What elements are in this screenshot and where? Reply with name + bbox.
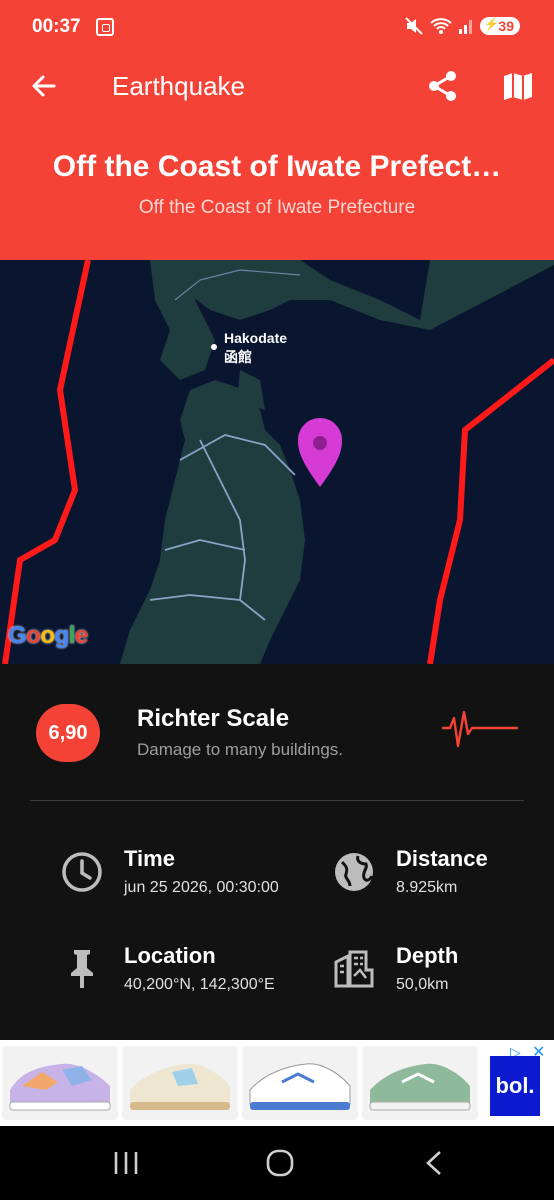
screenshot-icon (96, 18, 114, 36)
distance-value: 8.925km (396, 879, 458, 896)
back-nav-icon[interactable] (418, 1148, 454, 1178)
damaged-buildings-icon (334, 950, 374, 988)
google-logo[interactable]: Google (8, 622, 88, 650)
city-name-en: Hakodate (224, 330, 288, 346)
recent-apps-icon[interactable] (108, 1148, 144, 1178)
signal-icon (459, 20, 473, 34)
bol-logo[interactable]: bol. (490, 1056, 540, 1116)
globe-icon (335, 853, 374, 891)
sneaker-image (130, 1063, 230, 1110)
status-time: 00:37 (32, 16, 81, 37)
land-hokkaido (150, 260, 554, 330)
seismograph-icon (442, 710, 518, 748)
location-value: 40,200°N, 142,300°E (124, 976, 275, 993)
city-label: Hakodate 函館 (212, 329, 287, 367)
magnitude-badge: 6,90 (36, 704, 100, 762)
location-header: Off the Coast of Iwate Prefect… Off the … (0, 116, 554, 260)
land-tohoku (120, 380, 305, 664)
app-bar: Earthquake (0, 56, 554, 116)
sneaker-image (249, 1063, 351, 1110)
map-icon[interactable] (500, 68, 536, 104)
ad-banner[interactable] (0, 1040, 554, 1126)
status-icons: 39 (404, 16, 520, 36)
scale-description: Damage to many buildings. (137, 740, 344, 759)
location-title: Off the Coast of Iwate Prefect… (52, 150, 502, 183)
time-label: Time (124, 846, 175, 871)
mute-icon (405, 17, 424, 35)
city-name-jp: 函館 (224, 349, 252, 365)
depth-label: Depth (396, 943, 459, 968)
sneaker-image (369, 1063, 471, 1111)
ad-product-image[interactable] (242, 1046, 358, 1120)
time-value: jun 25 2026, 00:30:00 (124, 879, 279, 896)
distance-label: Distance (396, 846, 488, 871)
wifi-icon (430, 18, 453, 34)
epicenter-pin-dot (313, 436, 327, 450)
sneaker-image (9, 1063, 111, 1111)
plate-boundary-line (2, 260, 91, 664)
system-nav-bar (0, 1126, 554, 1200)
share-icon[interactable] (425, 68, 461, 104)
scale-title: Richter Scale (137, 705, 290, 732)
ad-product-image[interactable] (2, 1046, 118, 1120)
epicenter-pin-icon[interactable] (298, 418, 342, 487)
ad-product-image[interactable] (122, 1046, 238, 1120)
divider (30, 800, 524, 801)
plate-boundary-line (427, 357, 554, 664)
clock-icon (62, 852, 102, 892)
map-view[interactable]: Hakodate 函館 Google (0, 260, 554, 664)
location-label: Location (124, 943, 216, 968)
quake-info-panel: 6,90 Richter Scale Damage to many buildi… (0, 664, 554, 1040)
app-title: Earthquake (112, 71, 245, 101)
ad-product-image[interactable] (362, 1046, 478, 1120)
pushpin-icon (71, 950, 93, 988)
map-canvas (2, 260, 554, 664)
location-subtitle: Off the Coast of Iwate Prefecture (138, 197, 416, 218)
status-bar: 00:37 39 (0, 0, 554, 56)
back-arrow-icon[interactable] (28, 70, 60, 102)
depth-value: 50,0km (396, 976, 449, 993)
battery-indicator: 39 (480, 17, 520, 35)
home-icon[interactable] (262, 1148, 298, 1178)
